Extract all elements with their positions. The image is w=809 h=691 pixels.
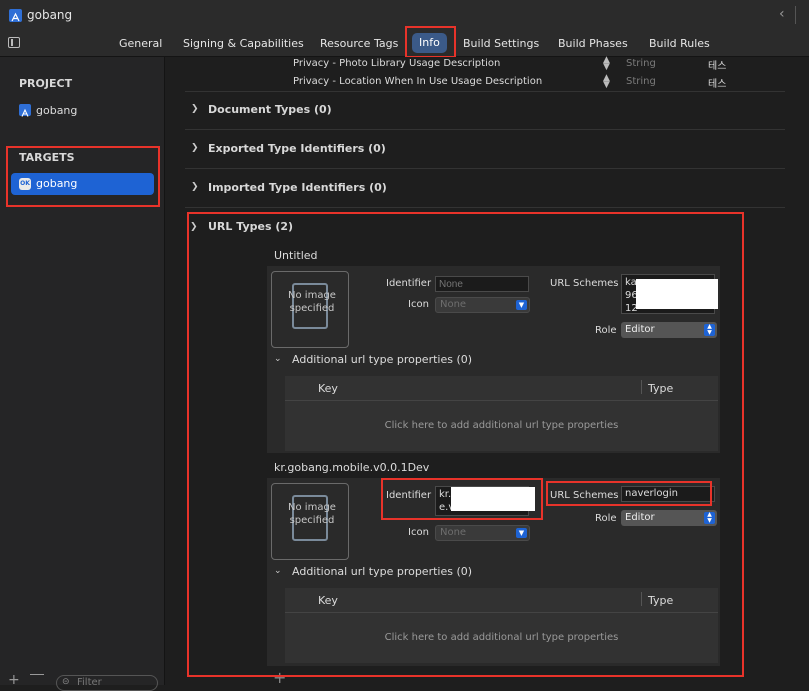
privacy-value-location[interactable]: 테스 bbox=[708, 75, 726, 90]
divider bbox=[795, 6, 796, 24]
privacy-type-photo: String bbox=[626, 58, 656, 69]
chevron-right-icon[interactable]: ❯ bbox=[191, 104, 199, 114]
project-header: PROJECT bbox=[19, 77, 73, 90]
highlight-targets bbox=[6, 146, 160, 207]
tab-general[interactable]: General bbox=[119, 31, 162, 56]
divider bbox=[185, 129, 785, 130]
highlight-url-schemes bbox=[546, 481, 712, 506]
tab-build-settings[interactable]: Build Settings bbox=[463, 31, 539, 56]
add-target-button[interactable]: + bbox=[8, 672, 20, 688]
highlight-identifier bbox=[381, 478, 543, 520]
tab-build-rules[interactable]: Build Rules bbox=[649, 31, 710, 56]
section-imported-types[interactable]: Imported Type Identifiers (0) bbox=[208, 181, 387, 194]
section-exported-types[interactable]: Exported Type Identifiers (0) bbox=[208, 142, 386, 155]
filter-icon: ⊝ bbox=[62, 677, 70, 687]
filter-field[interactable]: ⊝ Filter bbox=[56, 675, 158, 691]
window-title: gobang bbox=[27, 8, 73, 22]
privacy-type-location: String bbox=[626, 76, 656, 87]
tab-resource-tags[interactable]: Resource Tags bbox=[320, 31, 398, 56]
divider bbox=[185, 168, 785, 169]
chevron-right-icon[interactable]: ❯ bbox=[191, 143, 199, 153]
filter-placeholder: Filter bbox=[77, 677, 102, 688]
sidebar-toggle-icon[interactable] bbox=[8, 37, 20, 48]
chevron-right-icon[interactable]: ❯ bbox=[191, 182, 199, 192]
sidebar-item-project-gobang[interactable]: gobang bbox=[36, 104, 77, 117]
section-document-types[interactable]: Document Types (0) bbox=[208, 103, 332, 116]
project-icon bbox=[19, 104, 31, 117]
tab-signing-capabilities[interactable]: Signing & Capabilities bbox=[183, 31, 304, 56]
stepper-icon[interactable]: ▲ ▼ bbox=[603, 56, 610, 72]
project-file-icon bbox=[9, 9, 22, 22]
highlight-info-tab bbox=[405, 26, 456, 58]
privacy-key-location[interactable]: Privacy - Location When In Use Usage Des… bbox=[293, 76, 542, 87]
stepper-icon[interactable]: ▲ ▼ bbox=[603, 74, 610, 90]
privacy-key-photo[interactable]: Privacy - Photo Library Usage Descriptio… bbox=[293, 58, 500, 69]
remove-target-button[interactable] bbox=[30, 674, 44, 675]
back-chevron-icon[interactable]: ‹ bbox=[779, 6, 785, 22]
tab-build-phases[interactable]: Build Phases bbox=[558, 31, 628, 56]
divider bbox=[185, 91, 785, 92]
privacy-value-photo[interactable]: 테스 bbox=[708, 57, 726, 72]
highlight-url-types bbox=[187, 212, 744, 677]
divider bbox=[185, 207, 785, 208]
